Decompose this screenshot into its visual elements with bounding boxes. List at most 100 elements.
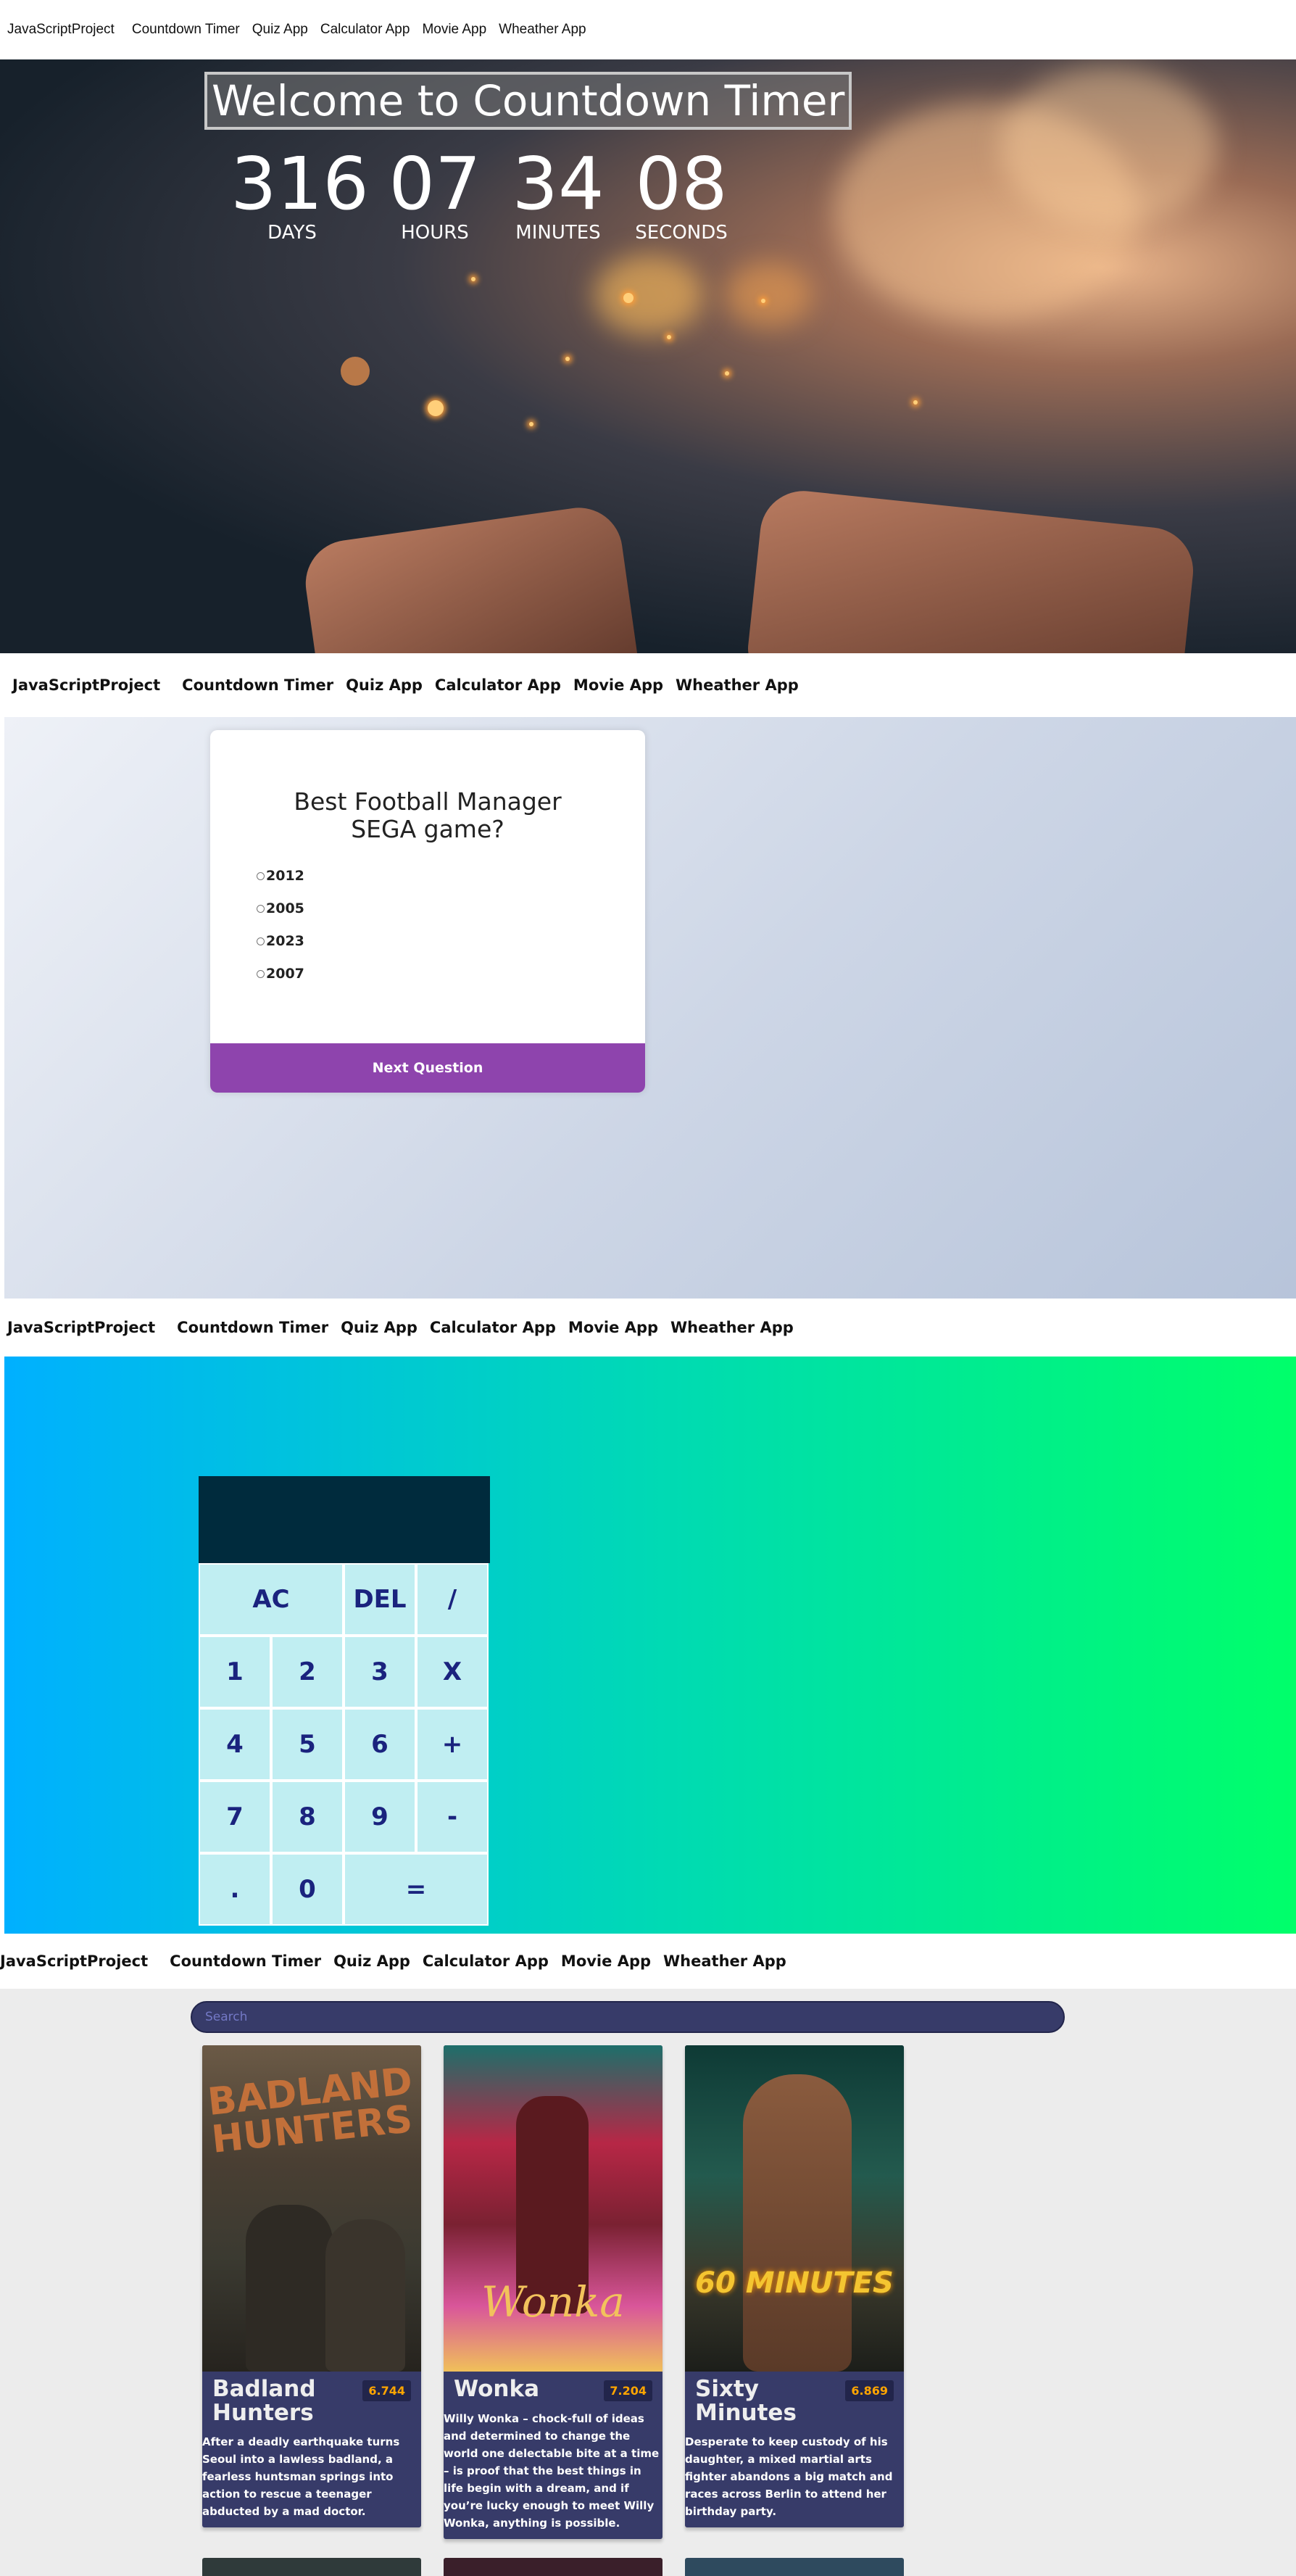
key-9[interactable]: 9	[344, 1781, 416, 1853]
nav-link-movie[interactable]: Movie App	[561, 1952, 651, 1970]
nav-link-movie[interactable]: Movie App	[422, 22, 486, 38]
key-1[interactable]: 1	[199, 1636, 271, 1708]
key-add[interactable]: +	[416, 1708, 489, 1781]
key-7[interactable]: 7	[199, 1781, 271, 1853]
nav-link-quiz[interactable]: Quiz App	[341, 1319, 418, 1336]
quiz-option[interactable]: 2007	[257, 966, 304, 982]
quiz-option-label: 2023	[266, 933, 304, 949]
hand-left	[300, 502, 642, 653]
quiz-option[interactable]: 2023	[257, 933, 304, 949]
movie-card[interactable]: 60 MINUTES Sixty Minutes 6.869 Desperate…	[685, 2045, 904, 2528]
nav-brand[interactable]: JavaScriptProject	[7, 1319, 155, 1336]
nav-brand[interactable]: JavaScriptProject	[0, 1952, 148, 1970]
poster-title: Wonka	[481, 2277, 625, 2327]
movie-title: Sixty Minutes	[695, 2376, 797, 2426]
movie-title: Wonka	[454, 2376, 539, 2402]
key-6[interactable]: 6	[344, 1708, 416, 1781]
movie-overview: After a deadly earthquake turns Seoul in…	[202, 2435, 400, 2519]
key-4[interactable]: 4	[199, 1708, 271, 1781]
nav-link-quiz[interactable]: Quiz App	[252, 22, 308, 38]
nav-brand[interactable]: JavaScriptProject	[7, 22, 115, 38]
minutes-value: 34	[512, 141, 605, 226]
movie-rating: 6.744	[362, 2380, 411, 2401]
radio-button[interactable]	[257, 969, 265, 978]
movie-card[interactable]: BADLAND HUNTERS Badland Hunters 6.744 Af…	[202, 2045, 421, 2528]
nav-link-weather[interactable]: Wheather App	[663, 1952, 786, 1970]
movie-info: Wonka 7.204	[444, 2372, 662, 2401]
movie-card[interactable]	[444, 2558, 662, 2576]
days-value: 316	[230, 141, 369, 226]
key-equals[interactable]: =	[344, 1853, 489, 1926]
radio-button[interactable]	[257, 871, 265, 880]
nav-link-movie[interactable]: Movie App	[573, 676, 663, 694]
movie-poster: 60 MINUTES	[685, 2045, 904, 2372]
key-multiply[interactable]: X	[416, 1636, 489, 1708]
movie-card[interactable]	[202, 2558, 421, 2576]
key-2[interactable]: 2	[271, 1636, 344, 1708]
hours-value: 07	[389, 141, 481, 226]
key-0[interactable]: 0	[271, 1853, 344, 1926]
radio-button[interactable]	[257, 937, 265, 945]
nav-link-calculator[interactable]: Calculator App	[320, 22, 410, 38]
key-subtract[interactable]: -	[416, 1781, 489, 1853]
quiz-card: Best Football Manager SEGA game? 2012 20…	[210, 730, 645, 1093]
countdown-seconds: 08 SECONDS	[631, 148, 732, 244]
nav-link-calculator[interactable]: Calculator App	[423, 1952, 549, 1970]
movie-card[interactable]	[685, 2558, 904, 2576]
navbar: JavaScriptProject Countdown Timer Quiz A…	[0, 1299, 1296, 1357]
movie-card[interactable]: Wonka Wonka 7.204 Willy Wonka – chock-fu…	[444, 2045, 662, 2539]
countdown-title: Welcome to Countdown Timer	[204, 72, 852, 130]
seconds-label: SECONDS	[635, 222, 728, 244]
quiz-option[interactable]: 2012	[257, 868, 304, 884]
key-divide[interactable]: /	[416, 1563, 489, 1636]
countdown-hours: 07 HOURS	[384, 148, 486, 244]
countdown-minutes: 34 MINUTES	[507, 148, 609, 244]
poster-title: BADLAND HUNTERS	[205, 2059, 415, 2162]
nav-link-calculator[interactable]: Calculator App	[430, 1319, 556, 1336]
quiz-section	[4, 717, 1296, 1299]
nav-links: Countdown Timer Quiz App Calculator App …	[182, 676, 799, 694]
movie-info: Badland Hunters 6.744	[202, 2372, 421, 2424]
search-input[interactable]	[191, 2001, 1065, 2033]
movie-poster: BADLAND HUNTERS	[202, 2045, 421, 2372]
nav-link-countdown[interactable]: Countdown Timer	[132, 22, 240, 38]
key-delete[interactable]: DEL	[344, 1563, 416, 1636]
nav-link-countdown[interactable]: Countdown Timer	[177, 1319, 328, 1336]
nav-link-weather[interactable]: Wheather App	[670, 1319, 794, 1336]
nav-links: Countdown Timer Quiz App Calculator App …	[177, 1319, 794, 1336]
nav-brand[interactable]: JavaScriptProject	[12, 676, 160, 694]
quiz-option[interactable]: 2005	[257, 900, 304, 916]
next-question-button[interactable]: Next Question	[210, 1043, 645, 1093]
quiz-option-label: 2007	[266, 966, 304, 982]
navbar: JavaScriptProject Countdown Timer Quiz A…	[0, 653, 1296, 717]
movie-rating: 6.869	[845, 2380, 894, 2401]
key-decimal[interactable]: .	[199, 1853, 271, 1926]
nav-link-quiz[interactable]: Quiz App	[346, 676, 423, 694]
quiz-option-label: 2012	[266, 868, 304, 884]
nav-link-quiz[interactable]: Quiz App	[333, 1952, 410, 1970]
key-3[interactable]: 3	[344, 1636, 416, 1708]
movie-overview: Willy Wonka – chock-full of ideas and de…	[444, 2412, 660, 2530]
poster-title: 60 MINUTES	[695, 2266, 894, 2300]
calculator-keypad: AC DEL / 1 2 3 X 4 5 6 + 7 8 9 - . 0 =	[199, 1563, 490, 1926]
hand-right	[745, 486, 1197, 653]
key-5[interactable]: 5	[271, 1708, 344, 1781]
quiz-option-label: 2005	[266, 900, 304, 916]
minutes-label: MINUTES	[515, 222, 601, 244]
movie-overview: Desperate to keep custody of his daughte…	[685, 2435, 893, 2519]
calculator-display	[199, 1476, 490, 1563]
calculator: AC DEL / 1 2 3 X 4 5 6 + 7 8 9 - . 0 =	[199, 1476, 490, 1926]
nav-link-movie[interactable]: Movie App	[568, 1319, 658, 1336]
seconds-value: 08	[635, 141, 728, 226]
nav-link-countdown[interactable]: Countdown Timer	[182, 676, 333, 694]
nav-link-weather[interactable]: Wheather App	[499, 22, 586, 38]
key-clear[interactable]: AC	[199, 1563, 344, 1636]
radio-button[interactable]	[257, 904, 265, 913]
movie-rating: 7.204	[604, 2380, 652, 2401]
quiz-question: Best Football Manager SEGA game?	[294, 787, 562, 843]
key-8[interactable]: 8	[271, 1781, 344, 1853]
nav-link-calculator[interactable]: Calculator App	[435, 676, 561, 694]
nav-link-weather[interactable]: Wheather App	[676, 676, 799, 694]
movie-poster: Wonka	[444, 2045, 662, 2372]
nav-link-countdown[interactable]: Countdown Timer	[170, 1952, 321, 1970]
